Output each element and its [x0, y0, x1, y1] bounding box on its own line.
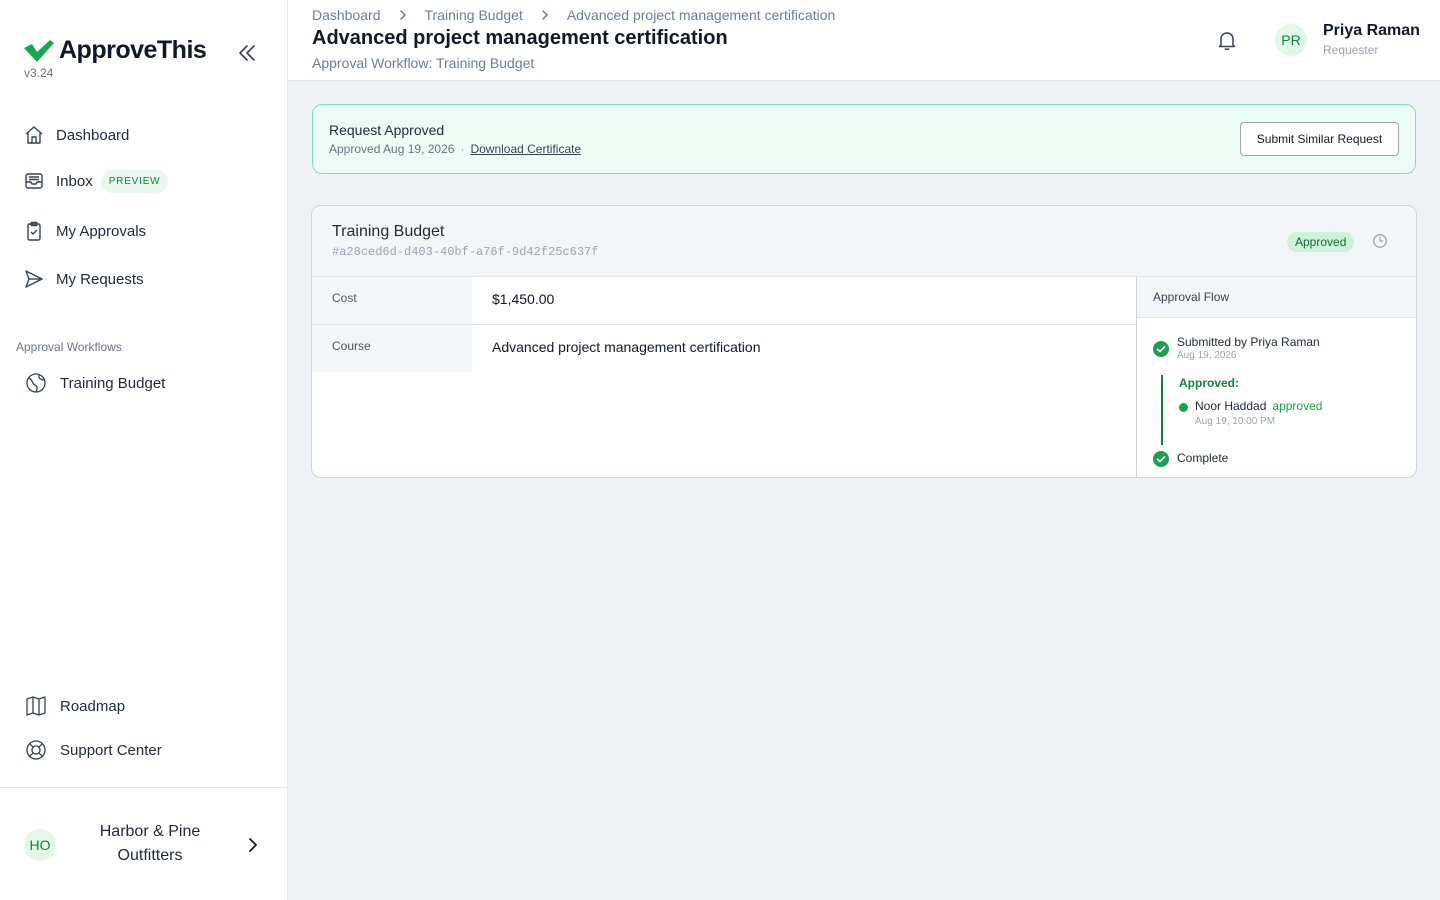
- breadcrumb-current: Advanced project management certificatio…: [566, 7, 836, 23]
- app-version: v3.24: [24, 66, 54, 80]
- globe-icon: [24, 371, 48, 395]
- org-switcher[interactable]: HO Harbor & Pine Outfitters: [0, 787, 287, 900]
- breadcrumb-dashboard[interactable]: Dashboard: [312, 7, 381, 23]
- flow-connector: [1161, 375, 1163, 445]
- page-header: Dashboard Training Budget Advanced proje…: [288, 0, 1440, 81]
- inbox-icon: [24, 171, 44, 191]
- nav-dashboard-label: Dashboard: [56, 126, 130, 144]
- approver-name: Noor Haddad: [1195, 399, 1267, 413]
- nav-my-approvals-label: My Approvals: [56, 222, 147, 240]
- page-title: Advanced project management certificatio…: [312, 27, 728, 49]
- field-label: Course: [312, 325, 472, 372]
- check-circle-icon: [1153, 341, 1169, 357]
- request-card: Training Budget #a28ced6d-d403-40bf-a76f…: [311, 205, 1417, 478]
- field-row-course: Course Advanced project management certi…: [312, 325, 1136, 373]
- nav-support-label: Support Center: [60, 741, 162, 759]
- nav-workflow-label: Training Budget: [60, 374, 166, 392]
- flow-submitted-date: Aug 19, 2026: [1177, 350, 1237, 361]
- breadcrumb: Dashboard Training Budget Advanced proje…: [312, 7, 835, 23]
- collapse-sidebar-icon[interactable]: [236, 42, 258, 64]
- workflows-section-label: Approval Workflows: [16, 340, 122, 354]
- banner-title: Request Approved: [329, 122, 445, 138]
- nav-inbox-label: Inbox: [56, 172, 93, 190]
- approval-flow-panel: Approval Flow Submitted by Priya Raman A…: [1136, 277, 1416, 477]
- send-icon: [24, 269, 44, 289]
- org-name: Harbor & Pine Outfitters: [99, 823, 201, 864]
- submit-similar-request-button[interactable]: Submit Similar Request: [1240, 122, 1399, 156]
- logo[interactable]: ApproveThis v3.24: [24, 36, 264, 80]
- lifebuoy-icon: [24, 738, 48, 762]
- breadcrumb-chevron-icon: [381, 9, 425, 21]
- user-role: Requester: [1323, 43, 1379, 57]
- field-row-cost: Cost $1,450.00: [312, 277, 1136, 325]
- request-title: Training Budget: [332, 223, 445, 240]
- field-value: Advanced project management certificatio…: [492, 339, 761, 355]
- flow-complete: Complete: [1177, 451, 1229, 465]
- chevron-right-icon[interactable]: [246, 836, 260, 854]
- bell-icon[interactable]: [1216, 29, 1238, 51]
- status-badge: Approved: [1287, 232, 1355, 252]
- user-avatar[interactable]: PR: [1275, 24, 1307, 56]
- flow-submitted-text: Submitted by Priya Raman: [1177, 335, 1320, 349]
- approved-banner: Request Approved Approved Aug 19, 2026 ·…: [312, 104, 1416, 174]
- breadcrumb-training-budget[interactable]: Training Budget: [425, 7, 523, 23]
- preview-badge: PREVIEW: [100, 169, 169, 193]
- map-icon: [24, 694, 48, 718]
- nav-support-center[interactable]: Support Center: [24, 736, 162, 764]
- field-label: Cost: [312, 277, 472, 324]
- breadcrumb-chevron-icon: [523, 9, 567, 21]
- nav-my-approvals[interactable]: My Approvals: [24, 217, 146, 245]
- nav-my-requests[interactable]: My Requests: [24, 265, 144, 293]
- nav-workflow-training-budget[interactable]: Training Budget: [24, 369, 165, 397]
- nav-my-requests-label: My Requests: [56, 270, 144, 288]
- logo-check-icon: [24, 40, 54, 62]
- page-subtitle: Approval Workflow: Training Budget: [312, 55, 535, 71]
- nav-dashboard[interactable]: Dashboard: [24, 121, 129, 149]
- clock-icon[interactable]: [1372, 233, 1388, 249]
- user-name: Priya Raman: [1323, 22, 1420, 39]
- request-card-header: Training Budget #a28ced6d-d403-40bf-a76f…: [312, 206, 1416, 277]
- approver-row: Noor Haddad approved: [1195, 399, 1322, 413]
- clipboard-check-icon: [24, 221, 44, 241]
- nav-roadmap[interactable]: Roadmap: [24, 692, 125, 720]
- home-icon: [24, 125, 44, 145]
- nav-inbox[interactable]: Inbox PREVIEW: [24, 167, 169, 195]
- org-avatar: HO: [24, 829, 56, 861]
- check-circle-icon: [1153, 451, 1169, 467]
- approver-status-dot: [1179, 403, 1188, 412]
- banner-meta: Approved Aug 19, 2026 · Download Certifi…: [329, 142, 581, 156]
- download-certificate-link[interactable]: Download Certificate: [470, 142, 581, 156]
- meta-separator: ·: [460, 142, 465, 156]
- approved-date: Approved Aug 19, 2026: [329, 142, 455, 156]
- field-value: $1,450.00: [492, 291, 555, 307]
- app-name: ApproveThis: [59, 36, 207, 64]
- flow-approved-label: Approved:: [1179, 376, 1239, 390]
- approval-flow-title: Approval Flow: [1137, 277, 1416, 318]
- nav-roadmap-label: Roadmap: [60, 697, 126, 715]
- sidebar: ApproveThis v3.24 Dashboard Inbox PREVIE…: [0, 0, 288, 900]
- request-id: #a28ced6d-d403-40bf-a76f-9d42f25c637f: [332, 245, 599, 259]
- approver-date: Aug 19, 10:00 PM: [1195, 416, 1276, 427]
- approver-status: approved: [1272, 399, 1323, 413]
